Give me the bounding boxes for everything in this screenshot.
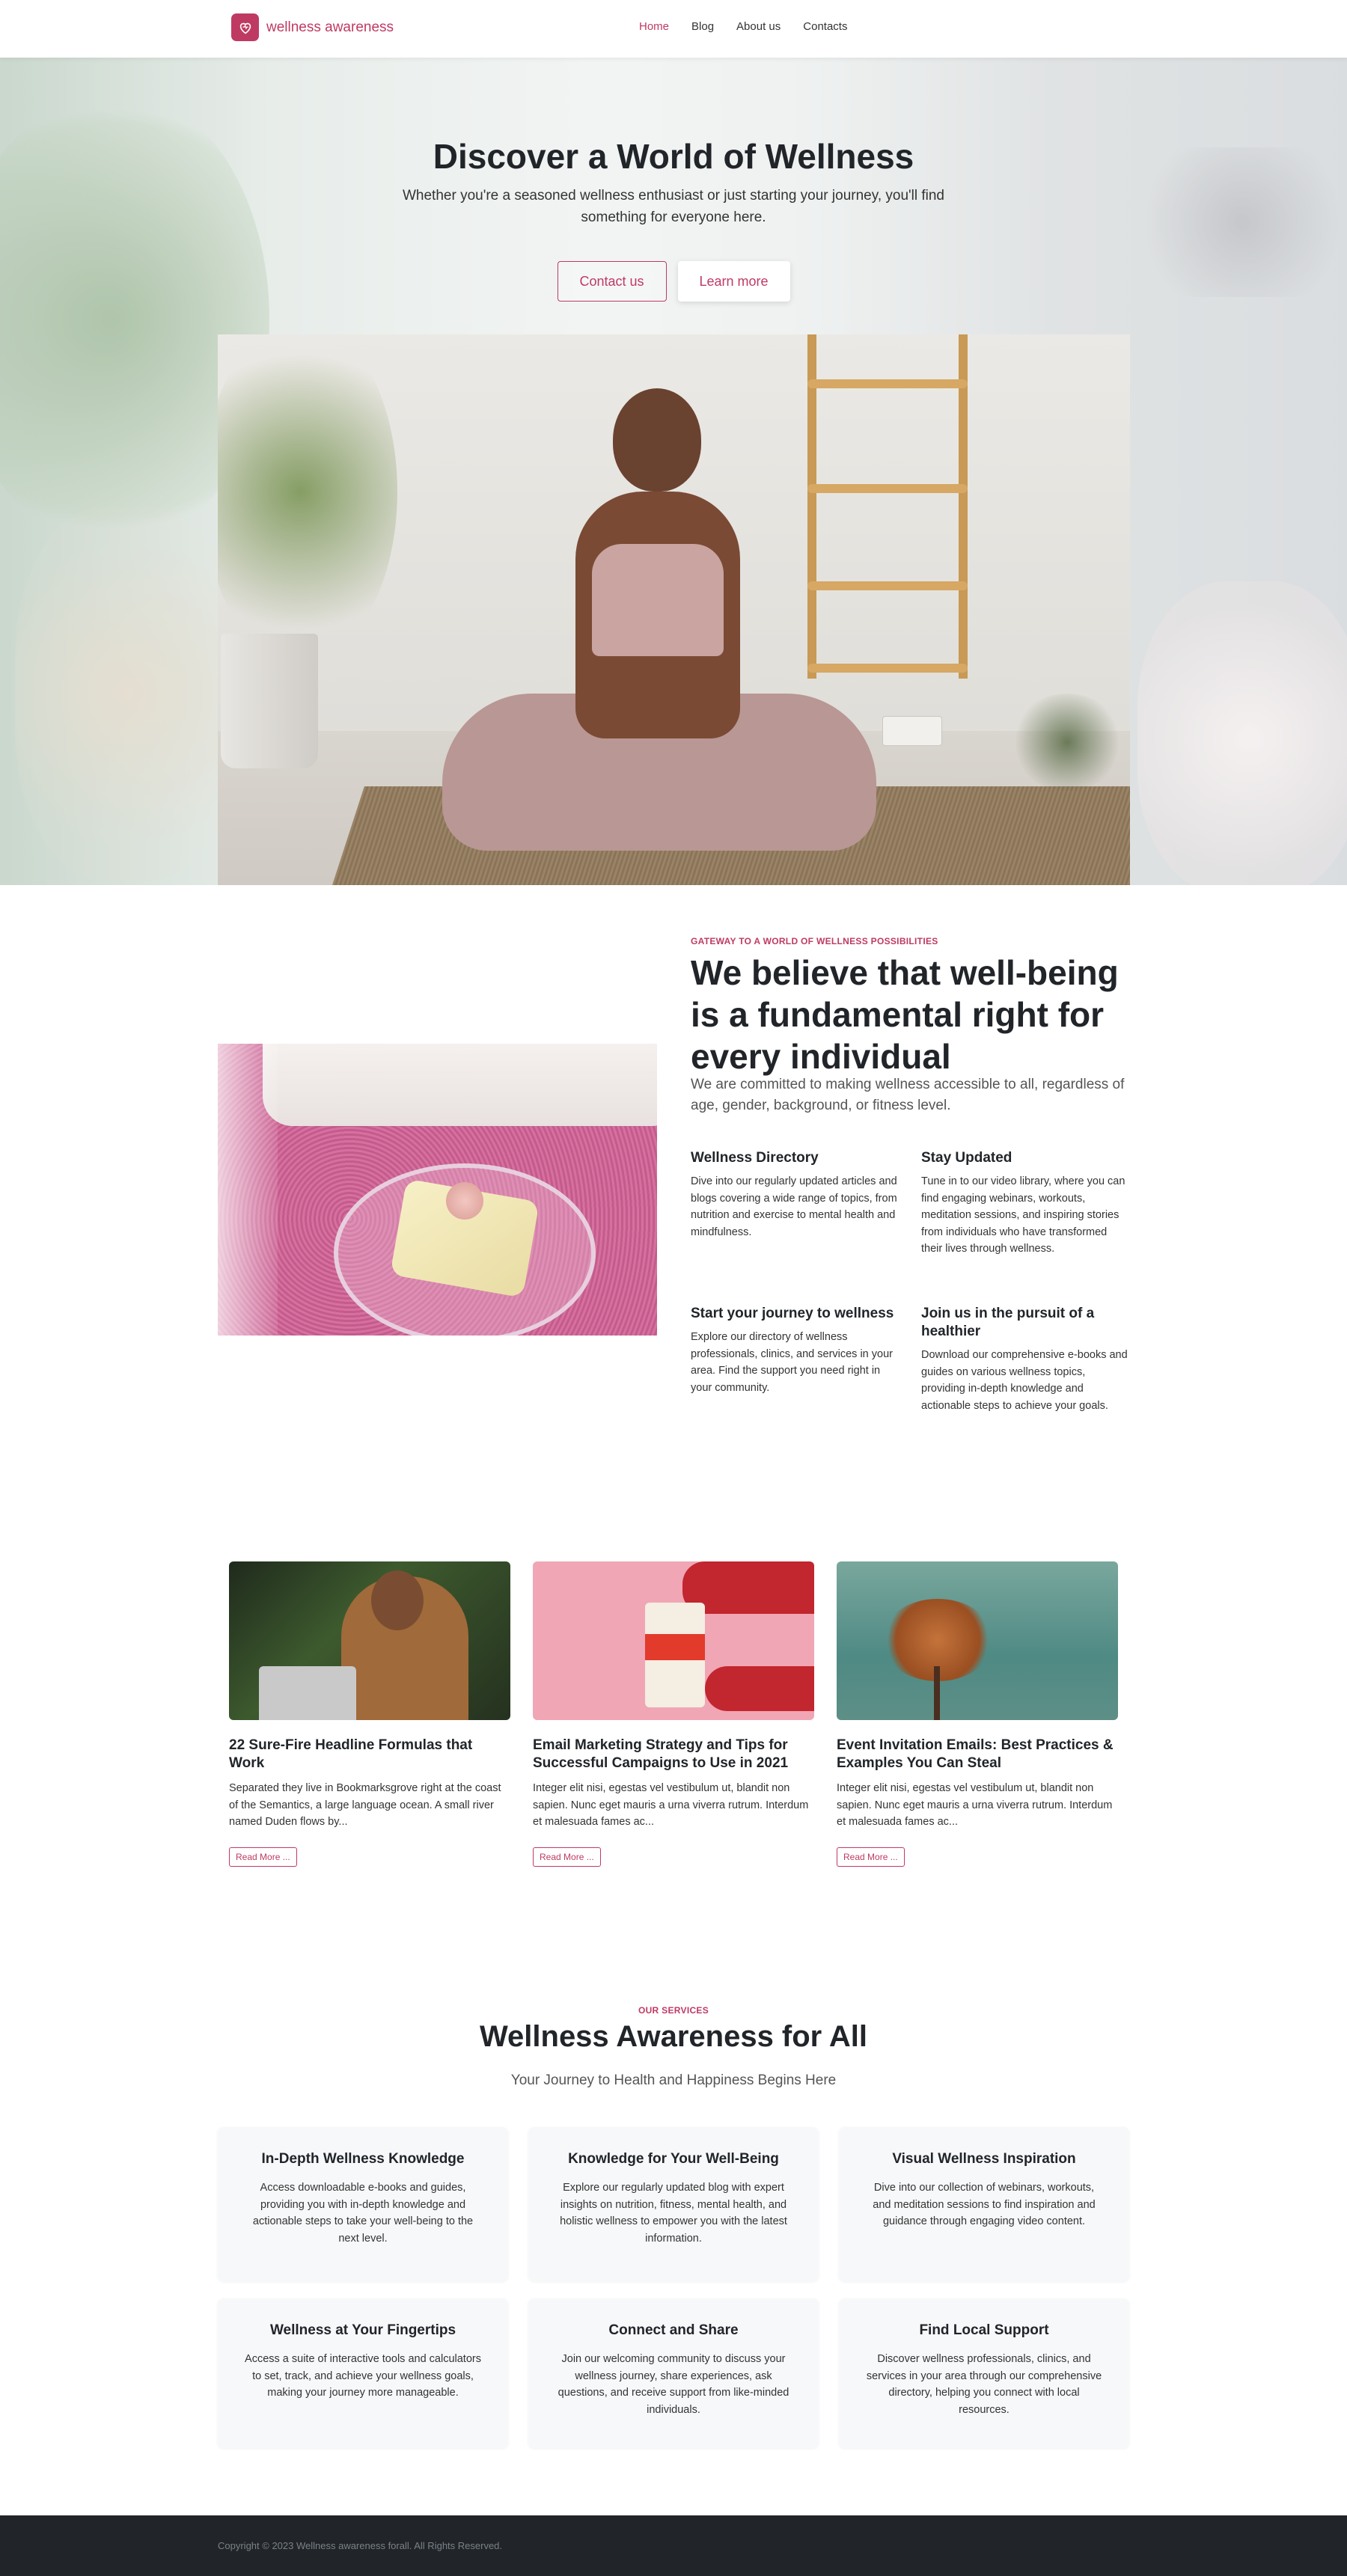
blog-post-excerpt: Separated they live in Bookmarksgrove ri… xyxy=(229,1782,501,1828)
service-card-text: Discover wellness professionals, clinics… xyxy=(866,2353,1102,2416)
about-title: We believe that well-being is a fundamen… xyxy=(691,953,1119,1076)
photo-outlet xyxy=(882,716,942,746)
service-card-text: Dive into our collection of webinars, wo… xyxy=(873,2182,1096,2227)
photo-snack-bag xyxy=(645,1603,705,1707)
blog-post-image[interactable] xyxy=(837,1561,1118,1720)
blog-post-excerpt: Integer elit nisi, egestas vel vestibulu… xyxy=(837,1782,1113,1828)
photo-white-towels xyxy=(263,1044,657,1126)
feature-join-us: Join us in the pursuit of a healthier Do… xyxy=(921,1305,1131,1414)
feature-text: Tune in to our video library, where you … xyxy=(921,1175,1125,1255)
hero-buttons: Contact us Learn more xyxy=(0,261,1347,302)
service-card-title: Knowledge for Your Well-Being xyxy=(568,2151,779,2167)
service-card-text: Join our welcoming community to discuss … xyxy=(558,2353,789,2416)
read-more-button[interactable]: Read More ... xyxy=(229,1847,297,1867)
photo-person-top xyxy=(592,544,724,656)
photo-laptop xyxy=(259,1666,356,1720)
brand-name: wellness awareness xyxy=(266,19,394,35)
service-card-title: Wellness at Your Fingertips xyxy=(269,2322,456,2338)
feature-text: Dive into our regularly updated articles… xyxy=(691,1175,897,1238)
photo-tree-trunk xyxy=(934,1666,940,1720)
service-card-title: Visual Wellness Inspiration xyxy=(892,2151,1076,2167)
feature-title: Join us in the pursuit of a healthier xyxy=(921,1306,1095,1339)
about-eyebrow: GATEWAY TO A WORLD OF WELLNESS POSSIBILI… xyxy=(691,936,938,946)
service-card: Wellness at Your Fingertips Access a sui… xyxy=(218,2298,508,2448)
nav-link-about[interactable]: About us xyxy=(736,20,781,33)
contact-us-button[interactable]: Contact us xyxy=(557,261,667,302)
service-card: Connect and Share Join our welcoming com… xyxy=(528,2298,819,2448)
photo-glass xyxy=(218,1044,278,1336)
footer-copyright: Copyright © 2023 Wellness awareness fora… xyxy=(218,2540,503,2551)
service-card-title: In-Depth Wellness Knowledge xyxy=(261,2151,465,2167)
blog-post-image[interactable] xyxy=(533,1561,814,1720)
nav-link-home[interactable]: Home xyxy=(639,20,669,33)
services-subtitle: Your Journey to Health and Happiness Beg… xyxy=(510,2072,837,2088)
nav-link-blog[interactable]: Blog xyxy=(691,20,714,33)
photo-small-plant xyxy=(1011,694,1123,791)
feature-title: Stay Updated xyxy=(921,1150,1012,1166)
photo-pot xyxy=(221,634,318,768)
feature-wellness-directory: Wellness Directory Dive into our regular… xyxy=(691,1149,900,1240)
soap-dish-image xyxy=(218,1044,657,1336)
hero-meditation-image xyxy=(218,334,1130,885)
service-card-text: Access downloadable e-books and guides, … xyxy=(252,2182,474,2245)
feature-text: Explore our directory of wellness profes… xyxy=(691,1331,893,1394)
blog-post-excerpt: Integer elit nisi, egestas vel vestibulu… xyxy=(533,1782,809,1828)
feature-stay-updated: Stay Updated Tune in to our video librar… xyxy=(921,1149,1131,1258)
service-card: Find Local Support Discover wellness pro… xyxy=(839,2298,1129,2448)
nav-links: Home Blog About us Contacts xyxy=(639,20,847,33)
photo-ladder-rung xyxy=(807,484,968,493)
service-card: Visual Wellness Inspiration Dive into ou… xyxy=(839,2127,1129,2281)
feature-start-journey: Start your journey to wellness Explore o… xyxy=(691,1305,900,1396)
read-more-button[interactable]: Read More ... xyxy=(837,1847,905,1867)
blog-post-title[interactable]: 22 Sure-Fire Headline Formulas that Work xyxy=(229,1737,510,1772)
nav-link-contacts[interactable]: Contacts xyxy=(803,20,847,33)
blog-post-title[interactable]: Event Invitation Emails: Best Practices … xyxy=(837,1737,1118,1772)
read-more-button[interactable]: Read More ... xyxy=(533,1847,601,1867)
feature-title: Wellness Directory xyxy=(691,1150,819,1166)
blog-post-card: Email Marketing Strategy and Tips for Su… xyxy=(533,1561,814,1867)
service-card-title: Connect and Share xyxy=(608,2322,739,2338)
top-navbar: wellness awareness Home Blog About us Co… xyxy=(0,0,1347,58)
photo-flower xyxy=(446,1182,483,1220)
blog-post-card: Event Invitation Emails: Best Practices … xyxy=(837,1561,1118,1867)
photo-person-head xyxy=(613,388,701,492)
hero-section: Discover a World of Wellness Whether you… xyxy=(0,58,1347,885)
feature-title: Start your journey to wellness xyxy=(691,1306,894,1321)
photo-man-head xyxy=(371,1570,424,1630)
service-card: Knowledge for Your Well-Being Explore ou… xyxy=(528,2127,819,2281)
photo-ladder-rung xyxy=(807,581,968,590)
blog-post-image[interactable] xyxy=(229,1561,510,1720)
hero-title: Discover a World of Wellness xyxy=(433,137,914,176)
services-eyebrow: OUR SERVICES xyxy=(638,2005,709,2016)
service-card-title: Find Local Support xyxy=(919,2322,1049,2338)
about-lead: We are committed to making wellness acce… xyxy=(691,1077,1125,1113)
footer: Copyright © 2023 Wellness awareness fora… xyxy=(0,2515,1347,2576)
service-card: In-Depth Wellness Knowledge Access downl… xyxy=(218,2127,508,2281)
service-card-text: Explore our regularly updated blog with … xyxy=(560,2182,787,2245)
blog-post-card: 22 Sure-Fire Headline Formulas that Work… xyxy=(229,1561,510,1867)
feature-text: Download our comprehensive e-books and g… xyxy=(921,1349,1128,1412)
hero-subtitle: Whether you're a seasoned wellness enthu… xyxy=(402,188,944,225)
blog-post-title[interactable]: Email Marketing Strategy and Tips for Su… xyxy=(533,1737,814,1772)
learn-more-button[interactable]: Learn more xyxy=(677,261,790,302)
services-title: Wellness Awareness for All xyxy=(480,2020,867,2053)
service-card-text: Access a suite of interactive tools and … xyxy=(245,2353,481,2399)
heart-logo-icon xyxy=(231,13,259,41)
photo-ladder-rung xyxy=(807,379,968,388)
brand[interactable]: wellness awareness xyxy=(231,13,394,41)
photo-arm xyxy=(705,1666,814,1711)
photo-ladder-rung xyxy=(807,664,968,673)
